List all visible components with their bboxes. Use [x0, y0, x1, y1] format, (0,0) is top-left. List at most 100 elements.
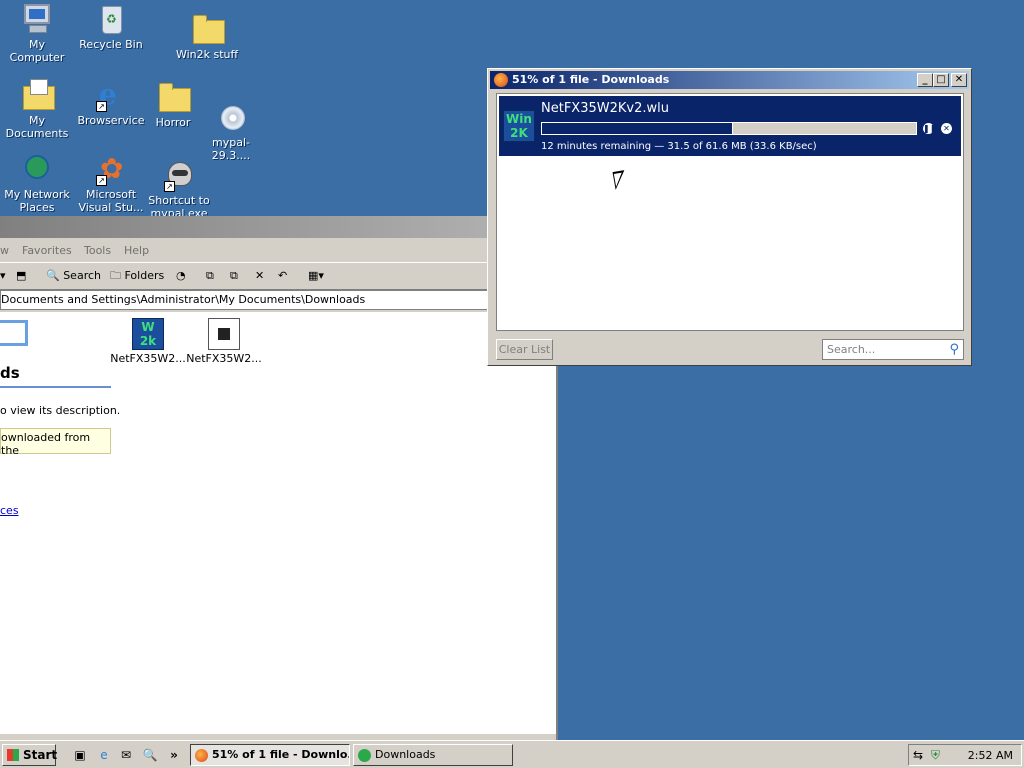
outlook-express-icon[interactable]: ✉	[118, 747, 134, 763]
security-tray-icon[interactable]: ⛨	[931, 748, 940, 763]
installer-file-icon	[208, 318, 240, 350]
download-filename: NetFX35W2Kv2.wlu	[541, 101, 669, 116]
description-hint: o view its description.	[0, 404, 121, 417]
address-bar[interactable]: Documents and Settings\Administrator\My …	[0, 290, 488, 310]
start-label: Start	[23, 748, 58, 762]
file-item-wlu[interactable]: W 2k NetFX35W2...	[108, 318, 188, 365]
copy-to-icon[interactable]: ⧉	[230, 267, 238, 285]
windows-logo-icon	[7, 749, 19, 761]
network-tray-icon[interactable]: ⇆	[913, 748, 923, 762]
delete-icon[interactable]: ✕	[255, 267, 264, 285]
desktop-icon-visual-studio[interactable]: ✿ ↗ Microsoft Visual Stu...	[74, 152, 148, 215]
desktop-icon-label: Microsoft Visual Stu...	[78, 188, 144, 214]
desktop-icon-my-network-places[interactable]: My Network Places	[0, 152, 74, 214]
explorer-window: w Favorites Tools Help ▾ ⬒ 🔍 Search 🗀 Fo…	[0, 216, 558, 740]
desktop-icon-label: Win2k stuff	[175, 48, 239, 61]
folder-heading: ds	[0, 364, 20, 382]
computer-icon	[20, 2, 54, 36]
firefox-icon	[494, 73, 508, 87]
file-label: NetFX35W2...	[110, 352, 186, 365]
minimize-button[interactable]: _	[917, 73, 933, 87]
desktop-icon-my-computer[interactable]: My Computer	[0, 2, 74, 64]
desktop-icon-label: Shortcut to mypal.exe	[148, 194, 210, 216]
cancel-icon[interactable]: ✕	[941, 123, 952, 134]
desktop-icon-mypal-installer[interactable]: mypal-29.3....	[194, 100, 268, 162]
network-places-icon	[20, 152, 54, 186]
visual-studio-icon: ✿ ↗	[94, 152, 128, 186]
firefox-icon	[195, 749, 208, 762]
desktop-icon-my-documents[interactable]: My Documents	[0, 78, 74, 140]
my-documents-icon	[20, 78, 55, 112]
installer-cd-icon	[214, 100, 248, 134]
download-item[interactable]: Win 2K NetFX35W2Kv2.wlu ❚❚ ✕ 12 minutes …	[499, 96, 961, 156]
menu-item-view[interactable]: w	[0, 244, 9, 257]
file-item-exe[interactable]: NetFX35W2...	[184, 318, 264, 365]
downloads-search-input[interactable]: Search... ⚲	[822, 339, 964, 360]
explorer-content: ds o view its description. ownloaded fro…	[0, 312, 556, 734]
search-placeholder: Search...	[827, 343, 876, 356]
download-progress-bar	[541, 122, 917, 135]
desktop-icon-mypal-shortcut[interactable]: ↗ Shortcut to mypal.exe	[142, 158, 216, 216]
menu-item-tools[interactable]: Tools	[84, 244, 111, 257]
views-icon[interactable]: ▦▾	[308, 267, 324, 285]
task-downloads-progress[interactable]: 51% of 1 file - Downlo...	[190, 744, 350, 766]
window-title: 51% of 1 file - Downloads	[512, 73, 670, 86]
places-link[interactable]: ces	[0, 504, 19, 517]
task-label: 51% of 1 file - Downlo...	[212, 748, 350, 761]
back-dropdown-icon[interactable]: ▾	[0, 267, 6, 285]
download-status: 12 minutes remaining — 31.5 of 61.6 MB (…	[541, 141, 817, 152]
mypal-icon: ↗	[162, 158, 196, 192]
system-tray: ⇆ ⛨ 2:52 AM	[908, 744, 1022, 766]
folder-icon	[190, 12, 225, 46]
win2k-file-icon: Win 2K	[503, 110, 535, 142]
heading-rule	[0, 386, 111, 388]
history-icon[interactable]: ◔	[176, 267, 186, 285]
folders-button[interactable]: 🗀 Folders	[110, 267, 164, 285]
move-to-icon[interactable]: ⧉	[206, 267, 214, 285]
search-icon[interactable]: 🔍	[142, 747, 158, 763]
desktop-icon-label: My Network Places	[4, 188, 70, 214]
undo-icon[interactable]: ↶	[278, 267, 287, 285]
info-tip: ownloaded from the	[0, 428, 111, 457]
folders-icon: 🗀	[110, 269, 121, 282]
maximize-button[interactable]: □	[933, 73, 949, 87]
desktop-icon-label: Recycle Bin	[79, 38, 143, 51]
explorer-folder-icon	[358, 749, 371, 762]
internet-explorer-icon: e ↗	[94, 78, 128, 112]
desktop-icon-label: My Documents	[5, 114, 69, 140]
search-icon: 🔍	[46, 269, 60, 282]
show-desktop-icon[interactable]: ▣	[72, 747, 88, 763]
folder-icon	[156, 80, 191, 114]
downloads-titlebar[interactable]: 51% of 1 file - Downloads _ □ ✕	[490, 71, 969, 89]
start-button[interactable]: Start	[2, 744, 58, 766]
desktop-icon-recycle-bin[interactable]: Recycle Bin	[74, 2, 148, 51]
win2k-file-icon: W 2k	[132, 318, 164, 350]
menu-item-favorites[interactable]: Favorites	[22, 244, 72, 257]
search-icon: ⚲	[949, 342, 959, 357]
explorer-titlebar[interactable]	[0, 216, 556, 238]
close-button[interactable]: ✕	[951, 73, 967, 87]
explorer-menubar: w Favorites Tools Help	[0, 240, 556, 260]
pause-icon[interactable]: ❚❚	[923, 123, 936, 134]
search-button[interactable]: 🔍 Search	[46, 267, 101, 285]
quicklaunch-chevron-icon[interactable]: »	[166, 747, 182, 763]
file-label: NetFX35W2...	[186, 352, 262, 365]
folder-view-icon	[0, 320, 28, 346]
download-progress-fill	[542, 123, 733, 134]
folders-button-label: Folders	[124, 269, 165, 282]
recycle-bin-icon	[94, 2, 128, 36]
desktop-icon-win2k-stuff[interactable]: Win2k stuff	[170, 12, 244, 61]
menu-item-help[interactable]: Help	[124, 244, 149, 257]
internet-explorer-icon[interactable]: e	[96, 747, 112, 763]
downloads-window: 51% of 1 file - Downloads _ □ ✕ Win 2K N…	[487, 68, 972, 366]
downloads-list: Win 2K NetFX35W2Kv2.wlu ❚❚ ✕ 12 minutes …	[496, 93, 964, 331]
search-button-label: Search	[63, 269, 101, 282]
clock[interactable]: 2:52 AM	[968, 749, 1013, 762]
clear-list-button[interactable]: Clear List	[496, 339, 553, 360]
taskbar: Start ▣ e ✉ 🔍 » 51% of 1 file - Downlo..…	[0, 740, 1024, 768]
explorer-toolbar: ▾ ⬒ 🔍 Search 🗀 Folders ◔ ⧉ ⧉ ✕ ↶ ▦▾	[0, 262, 556, 290]
up-folder-icon[interactable]: ⬒	[16, 267, 26, 285]
task-downloads-folder[interactable]: Downloads	[353, 744, 513, 766]
desktop-icon-label: My Computer	[9, 38, 65, 64]
task-label: Downloads	[375, 748, 436, 761]
